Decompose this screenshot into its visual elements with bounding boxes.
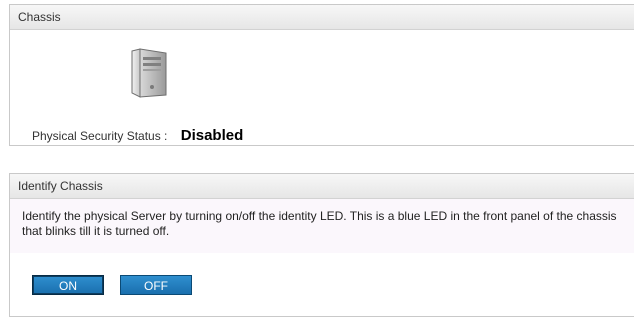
led-on-button[interactable]: ON — [32, 275, 104, 295]
identify-chassis-title: Identify Chassis — [10, 174, 634, 199]
led-off-button[interactable]: OFF — [120, 275, 192, 295]
physical-security-value: Disabled — [180, 127, 244, 144]
identify-description: Identify the physical Server by turning … — [22, 209, 617, 238]
physical-security-label: Physical Security Status : — [32, 129, 168, 143]
chassis-panel: Chassis Physical Security Status : Disab… — [9, 4, 634, 146]
identify-chassis-panel: Identify Chassis Identify the physical S… — [9, 173, 634, 317]
chassis-panel-title: Chassis — [10, 5, 634, 30]
server-tower-icon — [130, 47, 170, 99]
identify-description-area: Identify the physical Server by turning … — [10, 199, 634, 253]
physical-security-row: Physical Security Status : Disabled — [32, 127, 243, 144]
